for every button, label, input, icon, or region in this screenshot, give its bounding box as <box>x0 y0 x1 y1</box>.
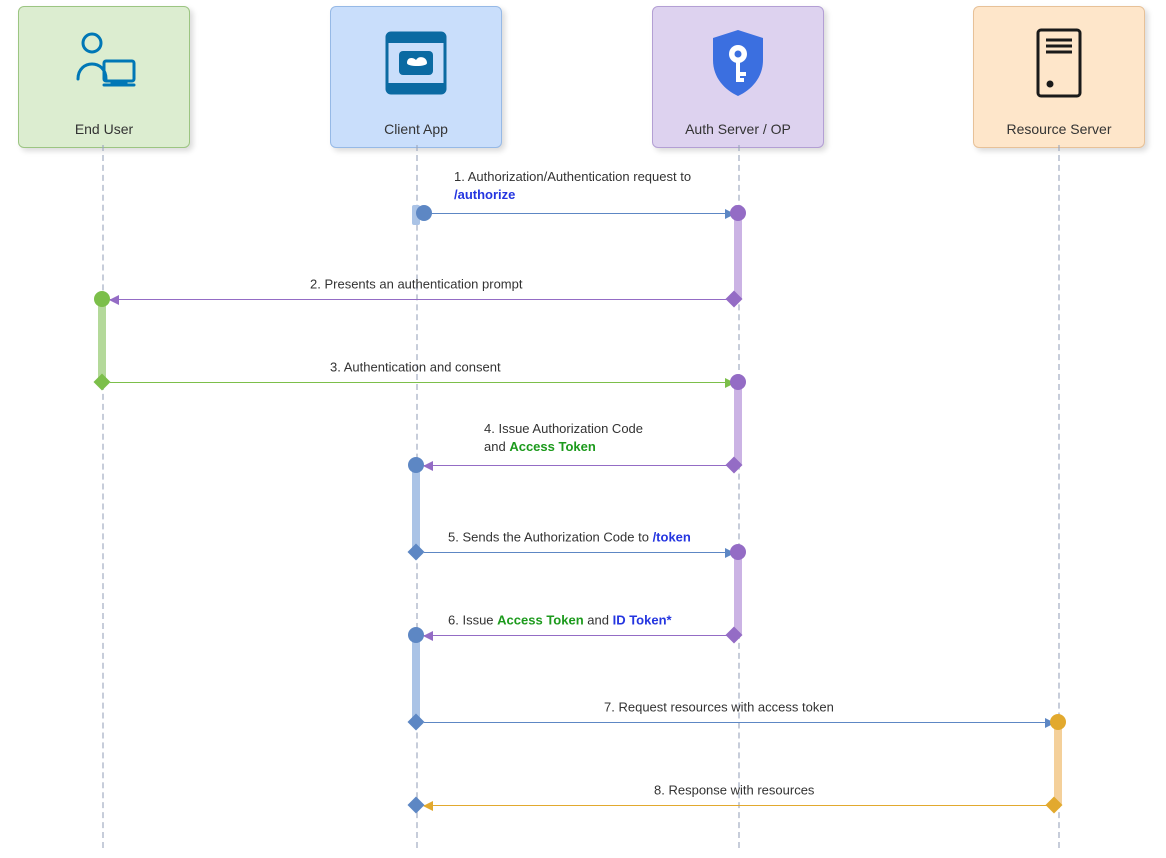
msg-text: 5. <box>448 529 459 544</box>
msg-text: Sends the Authorization Code to <box>462 529 648 544</box>
token-access-token: Access Token <box>497 612 583 627</box>
lifeline-user <box>102 145 104 848</box>
endpoint-token: /token <box>653 529 691 544</box>
lane-label: Auth Server / OP <box>685 121 791 137</box>
lane-end-user: End User <box>18 6 190 148</box>
token-id-token: ID Token* <box>613 612 672 627</box>
lane-label: End User <box>75 121 133 137</box>
msg-text: Authentication and consent <box>344 359 501 374</box>
msg-text: Authorization/Authentication request to <box>468 169 691 184</box>
server-icon <box>974 7 1144 121</box>
msg-text: Issue Authorization Code <box>498 421 643 436</box>
lane-resource-server: Resource Server <box>973 6 1145 148</box>
msg-text: Response with resources <box>668 782 814 797</box>
msg-text: 7. <box>604 699 615 714</box>
lane-label: Resource Server <box>1006 121 1111 137</box>
endpoint-authorize: /authorize <box>454 186 515 201</box>
token-access-token: Access Token <box>509 438 595 453</box>
shield-key-icon <box>653 7 823 121</box>
msg-text: Issue <box>462 612 493 627</box>
msg-text: Request resources with access token <box>618 699 833 714</box>
lane-label: Client App <box>384 121 448 137</box>
msg-text: 4. <box>484 421 495 436</box>
msg-text: and <box>587 612 609 627</box>
msg-text: 8. <box>654 782 665 797</box>
msg-text: 6. <box>448 612 459 627</box>
lane-auth-server: Auth Server / OP <box>652 6 824 148</box>
msg-text: 3. <box>330 359 341 374</box>
user-icon <box>19 7 189 121</box>
client-app-icon <box>331 7 501 121</box>
lane-client-app: Client App <box>330 6 502 148</box>
msg-text: and <box>484 438 506 453</box>
msg-text: 2. <box>310 276 321 291</box>
msg-text: 1. <box>454 169 465 184</box>
msg-text: Presents an authentication prompt <box>324 276 522 291</box>
